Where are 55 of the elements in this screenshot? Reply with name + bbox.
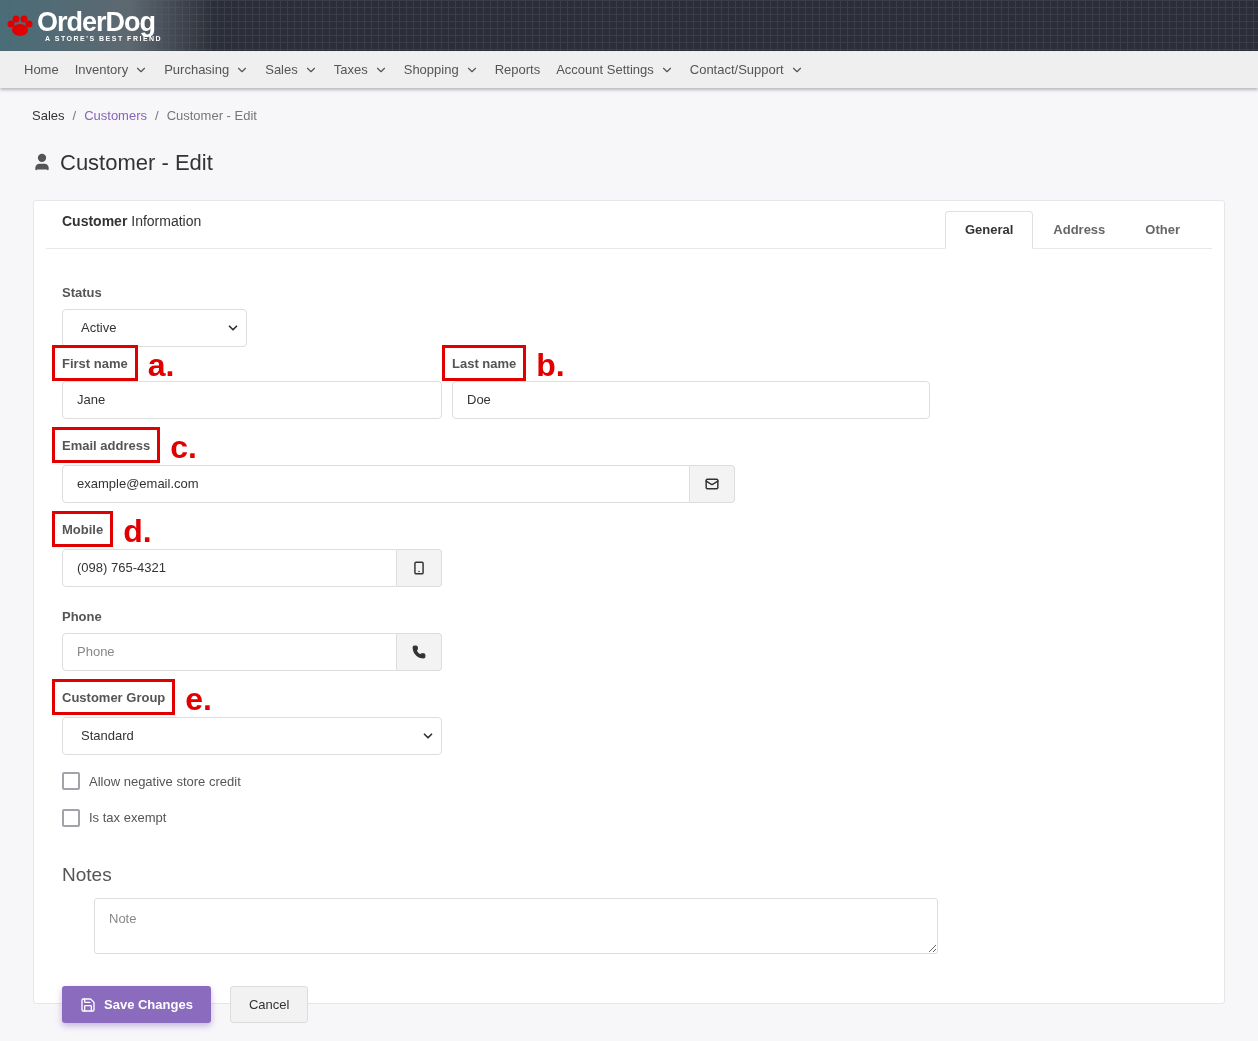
annotation-letter: e.	[185, 682, 212, 715]
nav-item[interactable]: Home	[16, 59, 67, 80]
input-field[interactable]: (098) 765-4321	[62, 548, 397, 587]
field-label: Phone	[62, 608, 102, 626]
annotation-letter: c.	[170, 430, 197, 463]
checkbox[interactable]	[62, 772, 80, 791]
card-title: Customer Information	[61, 211, 202, 231]
annotation-letter: a.	[147, 348, 175, 381]
page-title: Customer - Edit	[60, 148, 213, 177]
input-field[interactable]: Jane	[62, 380, 442, 419]
annotation-letter: b.	[536, 348, 565, 381]
field-label: Customer Group	[62, 689, 166, 705]
tab[interactable]: Other	[1125, 210, 1200, 249]
section-heading: Notes	[62, 862, 113, 887]
field-label: Mobile	[62, 521, 104, 537]
input-field[interactable]: Doe	[452, 380, 930, 419]
cancel-button[interactable]: Cancel	[229, 986, 309, 1023]
input-field[interactable]: Phone	[62, 632, 397, 671]
field-label: Email address	[62, 437, 151, 453]
user-icon	[32, 151, 52, 173]
nav-item[interactable]: Sales	[257, 59, 326, 80]
logo-wordmark: OrderDog	[37, 9, 155, 35]
annotation-letter: d.	[123, 514, 152, 547]
nav-item[interactable]: Contact/Support	[681, 59, 812, 80]
breadcrumb-item: Sales	[32, 107, 65, 125]
nav-item[interactable]: Taxes	[325, 59, 396, 80]
field-label: Last name	[452, 355, 517, 371]
breadcrumb-link[interactable]: Customers	[84, 106, 147, 126]
input-addon[interactable]	[690, 464, 735, 503]
nav-item[interactable]: Reports	[486, 59, 549, 80]
input-field[interactable]: example@email.com	[62, 464, 690, 503]
tab[interactable]: Address	[1033, 210, 1126, 249]
breadcrumb-separator: /	[72, 107, 77, 125]
checkbox-label: Is tax exempt	[89, 809, 167, 827]
select-field[interactable]: Standard	[62, 716, 442, 755]
field-label: First name	[62, 355, 128, 371]
input-addon[interactable]	[397, 632, 442, 671]
nav-item[interactable]: Account Settings	[548, 59, 682, 80]
breadcrumb-separator: /	[155, 107, 159, 125]
nav-item[interactable]: Shopping	[395, 59, 487, 80]
mobile-phone-icon	[412, 560, 426, 575]
nav-item[interactable]: Inventory	[66, 59, 157, 80]
checkbox[interactable]	[62, 808, 80, 827]
paw-print-icon	[6, 13, 34, 38]
select-field[interactable]: Active	[62, 308, 247, 347]
phone-icon	[412, 644, 426, 659]
field-label: Status	[62, 284, 102, 302]
tab[interactable]: General	[944, 210, 1034, 249]
nav-item[interactable]: Purchasing	[156, 59, 258, 80]
save-button[interactable]: Save Changes	[62, 986, 211, 1023]
note-textarea[interactable]: Note	[94, 898, 938, 954]
breadcrumb-item: Customer - Edit	[166, 107, 257, 125]
input-addon[interactable]	[397, 548, 442, 587]
checkbox-label: Allow negative store credit	[89, 772, 241, 791]
envelope-icon	[705, 476, 719, 491]
